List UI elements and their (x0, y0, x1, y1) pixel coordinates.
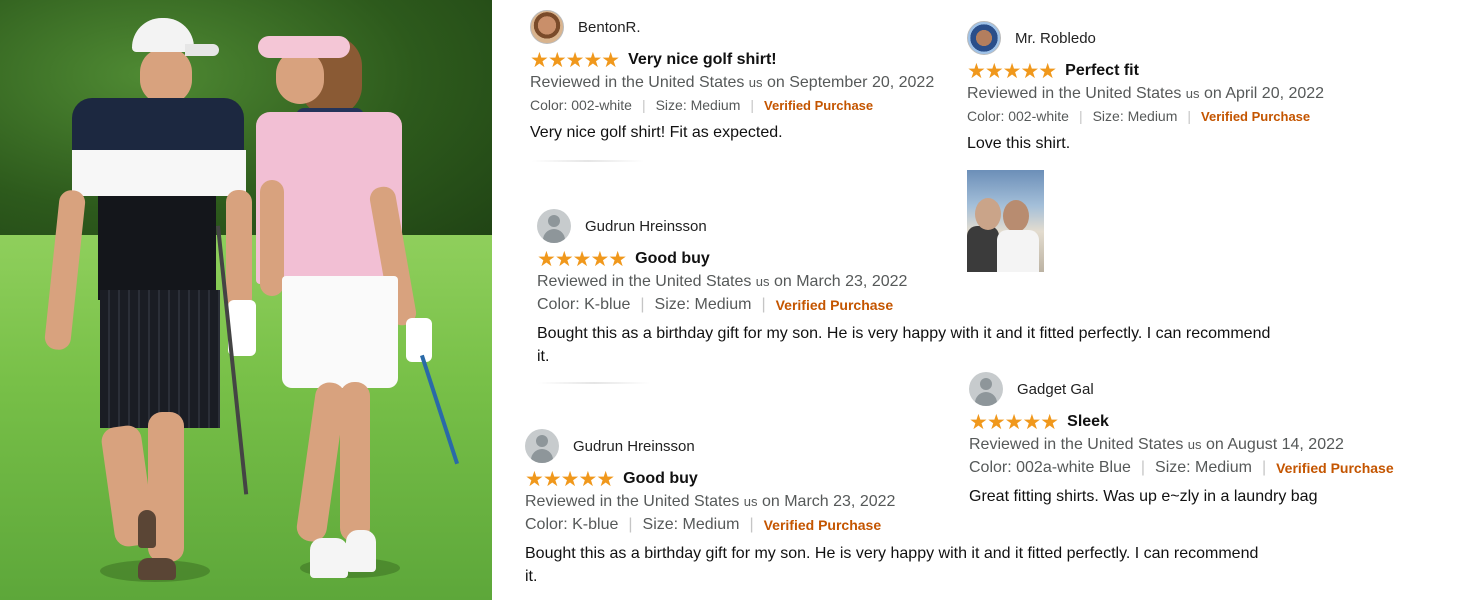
verified-purchase-badge: Verified Purchase (764, 97, 874, 113)
reviewer-name: Mr. Robledo (1015, 29, 1096, 47)
review-card: Gudrun Hreinsson ★★★★★ Good buy Reviewed… (537, 209, 1337, 368)
size-variant: Size: Medium (1092, 108, 1178, 124)
review-title[interactable]: Perfect fit (1065, 62, 1139, 80)
five-star-rating-icon: ★★★★★ (525, 467, 615, 491)
review-title[interactable]: Very nice golf shirt! (628, 51, 776, 69)
size-variant: Size: Medium (654, 296, 752, 313)
reviewer-name: Gudrun Hreinsson (573, 437, 695, 455)
review-date: Reviewed in the United States us on Marc… (537, 273, 908, 290)
color-variant[interactable]: Color: K-blue (537, 296, 630, 314)
review-title[interactable]: Good buy (623, 470, 698, 488)
helpful-button-outline (538, 382, 650, 384)
reviewer-name: BentonR. (578, 18, 641, 36)
color-variant[interactable]: Color: K-blue (525, 516, 618, 534)
us-flag-label: us (1185, 86, 1200, 101)
reviewer-name: Gudrun Hreinsson (585, 217, 707, 235)
verified-purchase-badge: Verified Purchase (763, 517, 882, 533)
product-variation: Color: K-blue | Size: Medium | Verified … (537, 296, 894, 314)
review-body: Bought this as a birthday gift for my so… (537, 325, 1271, 365)
reviewer-avatar (530, 10, 564, 44)
product-variation: Color: K-blue | Size: Medium | Verified … (525, 516, 882, 534)
review-date: Reviewed in the United States us on Sept… (530, 74, 935, 91)
five-star-rating-icon: ★★★★★ (967, 59, 1057, 83)
review-card: Mr. Robledo ★★★★★ Perfect fit Reviewed i… (967, 21, 1407, 155)
us-flag-label: us (755, 274, 770, 289)
us-flag-label: us (748, 75, 763, 90)
review-card: BentonR. ★★★★★ Very nice golf shirt! Rev… (530, 10, 970, 144)
five-star-rating-icon: ★★★★★ (537, 247, 627, 271)
color-variant[interactable]: Color: 002-white (967, 108, 1069, 124)
product-variation: Color: 002-white | Size: Medium | Verifi… (967, 108, 1311, 124)
default-user-avatar-icon (525, 429, 559, 463)
default-user-avatar-icon (969, 372, 1003, 406)
review-date: Reviewed in the United States us on Apri… (967, 85, 1325, 102)
verified-purchase-badge: Verified Purchase (1201, 108, 1311, 124)
five-star-rating-icon: ★★★★★ (530, 48, 620, 72)
product-variation: Color: 002-white | Size: Medium | Verifi… (530, 97, 874, 113)
review-date: Reviewed in the United States us on Marc… (525, 493, 896, 510)
reviewer-name: Gadget Gal (1017, 380, 1094, 398)
size-variant: Size: Medium (655, 97, 741, 113)
helpful-button-outline (532, 160, 644, 162)
review-body: Very nice golf shirt! Fit as expected. (530, 124, 783, 141)
product-lifestyle-photo (0, 0, 492, 600)
us-flag-label: us (743, 494, 758, 509)
size-variant: Size: Medium (642, 516, 740, 533)
color-variant[interactable]: Color: 002-white (530, 97, 632, 113)
reviewer-avatar (967, 21, 1001, 55)
review-body: Bought this as a birthday gift for my so… (525, 545, 1259, 585)
default-user-avatar-icon (537, 209, 571, 243)
verified-purchase-badge: Verified Purchase (775, 297, 894, 313)
review-title[interactable]: Good buy (635, 250, 710, 268)
review-body: Love this shirt. (967, 135, 1071, 152)
review-card: Gudrun Hreinsson ★★★★★ Good buy Reviewed… (525, 429, 1325, 588)
